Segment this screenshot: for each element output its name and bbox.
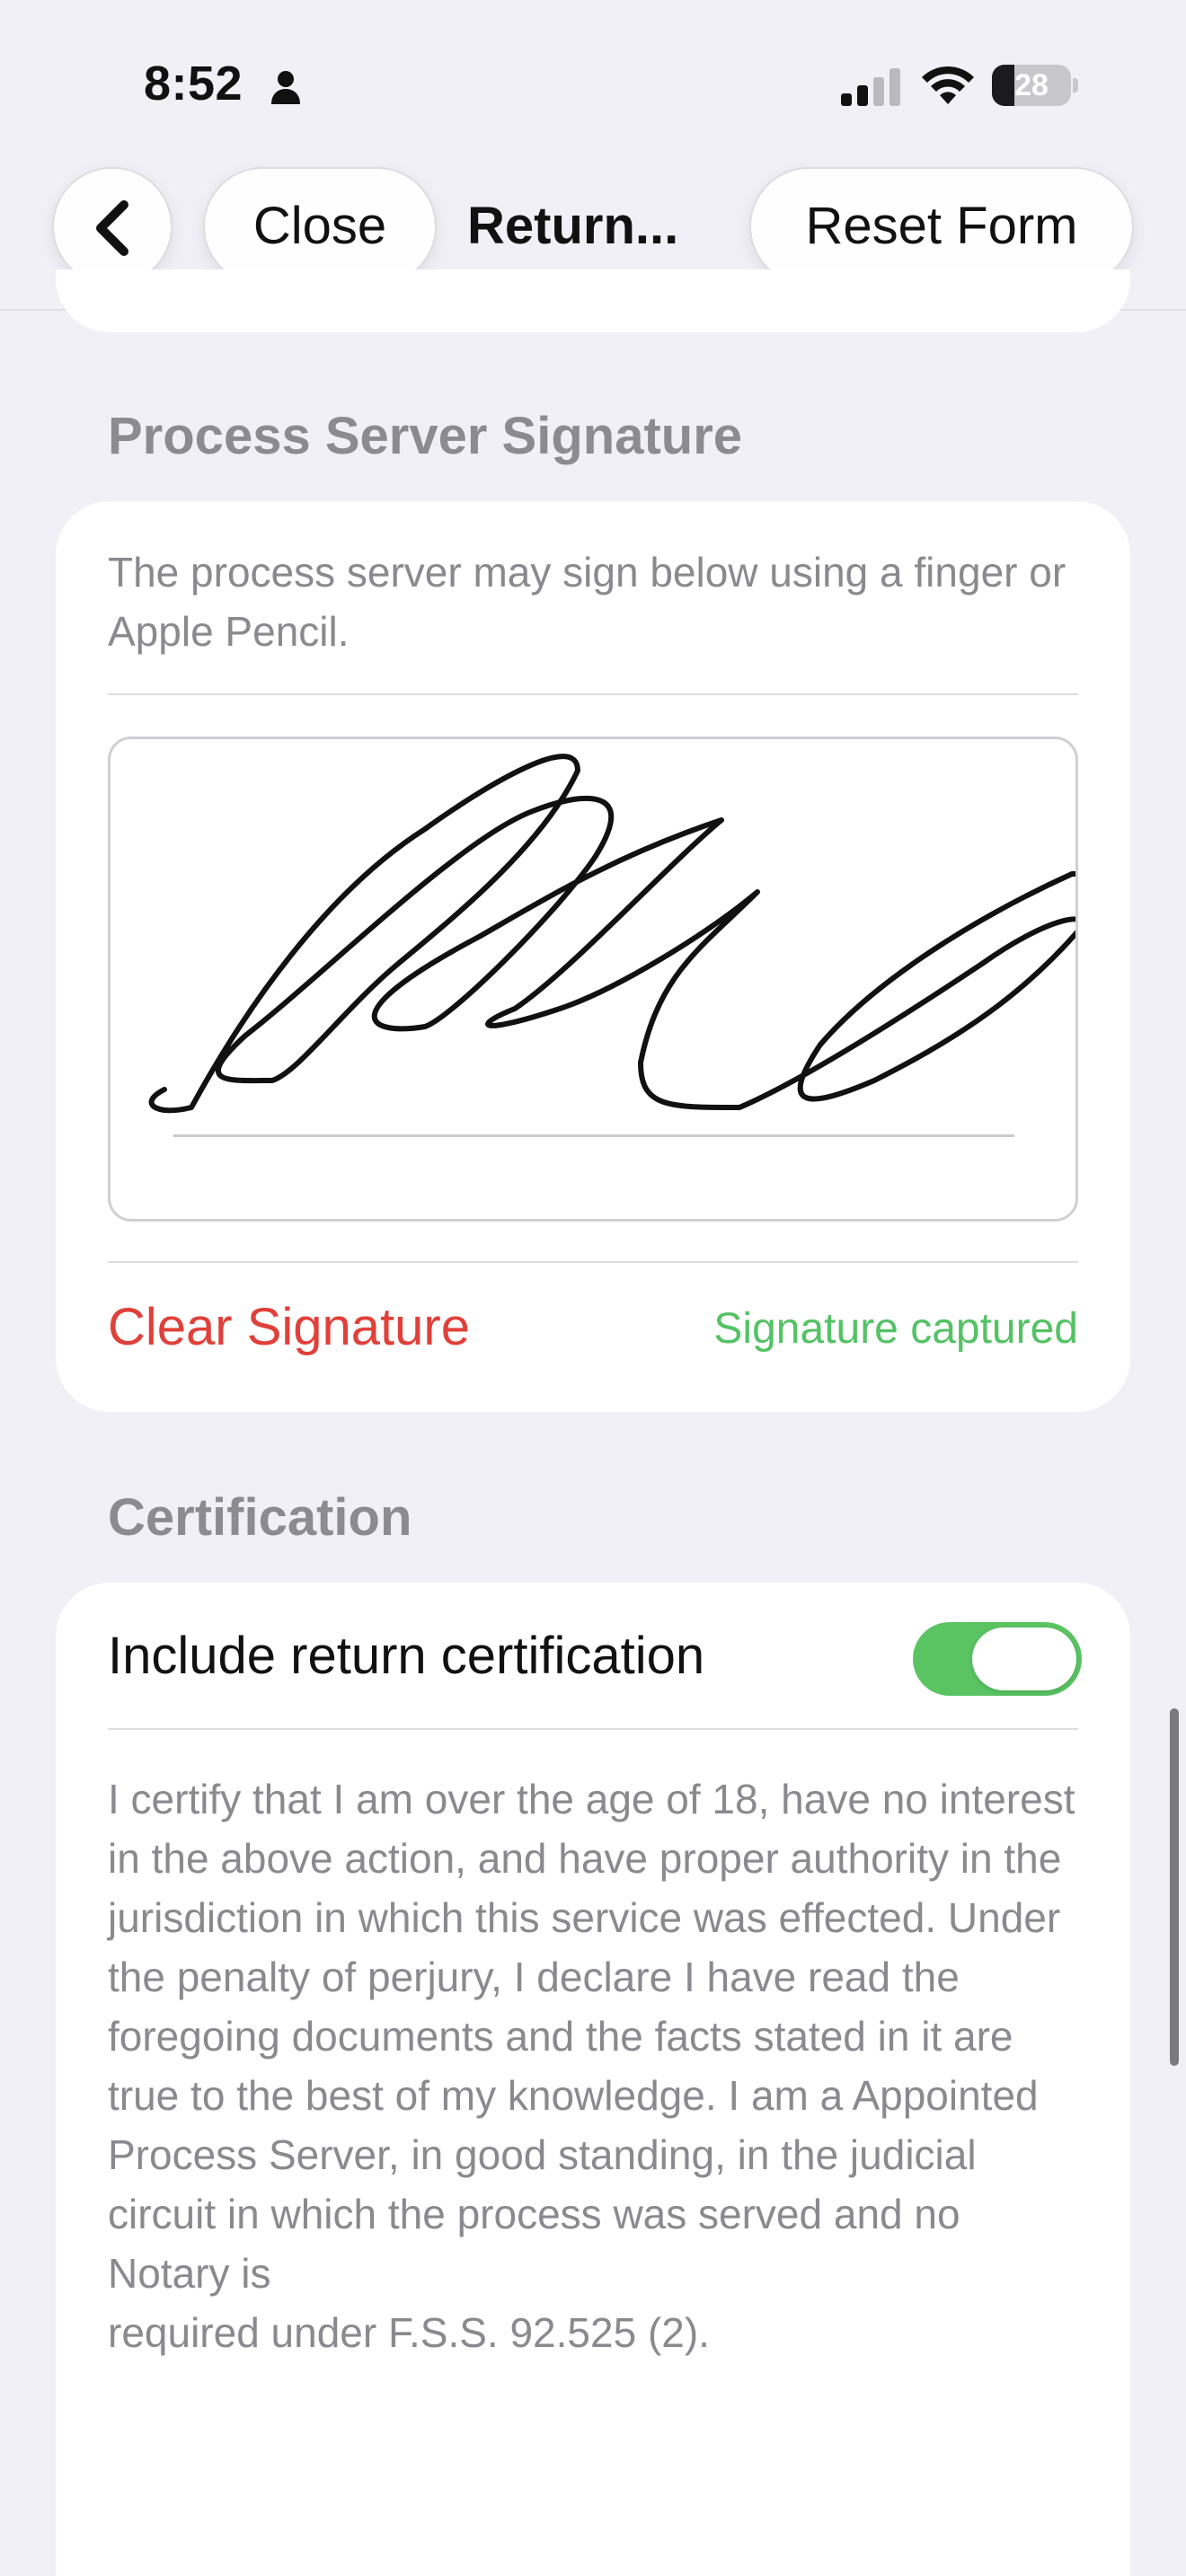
chevron-left-icon bbox=[96, 200, 128, 256]
certification-text-line: required under F.S.S. 92.525 (2). bbox=[108, 2309, 710, 2356]
wifi-icon bbox=[922, 66, 974, 104]
previous-card-edge bbox=[56, 269, 1130, 332]
toggle-knob bbox=[972, 1628, 1076, 1690]
battery-icon: 28 bbox=[992, 65, 1078, 106]
signature-instructions: The process server may sign below using … bbox=[108, 549, 1067, 655]
certification-text-line: I certify that I am over the age of 18, … bbox=[108, 1776, 1075, 1882]
certification-text-line: Process Server, in good standing, in the… bbox=[108, 2131, 977, 2297]
divider bbox=[108, 1728, 1078, 1730]
battery-level: 28 bbox=[1014, 68, 1049, 102]
reset-form-button[interactable]: Reset Form bbox=[749, 167, 1134, 286]
divider bbox=[108, 693, 1078, 695]
certification-text-line: foregoing documents and the facts stated… bbox=[108, 2013, 1039, 2119]
certification-text-line: jurisdiction in which this service was e… bbox=[108, 1894, 1061, 2000]
certification-card: Include return certification I certify t… bbox=[56, 1583, 1130, 2576]
status-time: 8:52 bbox=[144, 57, 243, 110]
page-title: Return... bbox=[467, 197, 679, 255]
back-button[interactable] bbox=[52, 167, 173, 286]
signature-status: Signature captured bbox=[713, 1305, 1078, 1353]
close-button[interactable]: Close bbox=[203, 167, 437, 286]
signature-pad[interactable] bbox=[108, 737, 1078, 1222]
signature-section-header: Process Server Signature bbox=[108, 407, 743, 465]
signature-stroke bbox=[148, 754, 1075, 1114]
certification-section-header: Certification bbox=[108, 1488, 412, 1547]
screen: 8:52 28 Close Return... Reset Form Proce… bbox=[0, 0, 1186, 2576]
certification-toggle[interactable] bbox=[913, 1622, 1082, 1696]
signature-baseline bbox=[173, 1134, 1014, 1137]
signature-card: The process server may sign below using … bbox=[56, 501, 1130, 1412]
signal-icon bbox=[841, 68, 900, 106]
scroll-indicator[interactable] bbox=[1170, 1708, 1179, 2066]
divider bbox=[108, 1261, 1078, 1263]
certification-toggle-label: Include return certification bbox=[108, 1627, 705, 1685]
certification-text: I certify that I am over the age of 18, … bbox=[108, 1769, 1087, 2362]
clear-signature-button[interactable]: Clear Signature bbox=[108, 1297, 470, 1357]
status-bar: 8:52 28 bbox=[0, 0, 1186, 162]
person-icon bbox=[271, 71, 300, 104]
